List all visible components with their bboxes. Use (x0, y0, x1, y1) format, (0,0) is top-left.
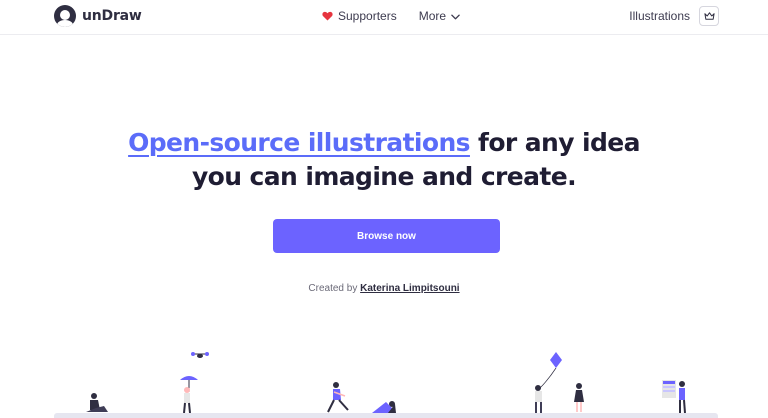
chevron-down-icon (451, 14, 460, 19)
brand-name: unDraw (82, 8, 142, 24)
hero-title-line2: you can imagine and create. (191, 162, 577, 191)
crown-icon (703, 12, 715, 20)
runner-figure (327, 382, 349, 413)
premium-button[interactable] (699, 6, 719, 26)
credit-line: Created by Katerina Limpitsouni (0, 283, 768, 294)
hero-title-line1-rest: for any idea (469, 128, 640, 157)
illustrations-link[interactable]: Illustrations (629, 9, 690, 23)
hero-title: Open-source illustrations for any idea y… (0, 126, 768, 194)
brand-logo[interactable]: unDraw (54, 5, 142, 27)
more-label: More (418, 9, 447, 23)
supporters-link[interactable]: Supporters (322, 9, 397, 23)
credit-prefix: Created by (308, 283, 361, 294)
author-link[interactable]: Katerina Limpitsouni (360, 283, 459, 294)
more-dropdown[interactable]: More (419, 9, 460, 23)
umbrella-person-figure (180, 376, 198, 414)
right-nav: Illustrations (629, 6, 719, 26)
hero-title-highlight[interactable]: Open-source illustrations (128, 128, 470, 157)
people-illustration (86, 352, 686, 414)
browse-now-button[interactable]: Browse now (273, 219, 500, 253)
yoga-person-figure (372, 401, 396, 413)
supporters-label: Supporters (338, 9, 397, 23)
heart-icon (322, 11, 333, 21)
board-person-figure (662, 380, 686, 414)
ground-strip (54, 413, 718, 418)
drone-figure (191, 352, 209, 358)
logo-icon (54, 5, 76, 27)
top-navbar: unDraw Supporters More Illustrations (0, 0, 768, 35)
sitting-person-figure (86, 393, 108, 412)
woman-figure (574, 383, 584, 412)
hero-illustration (0, 340, 768, 418)
kite-person-figure (535, 352, 562, 413)
main-nav: Supporters More (322, 9, 460, 23)
